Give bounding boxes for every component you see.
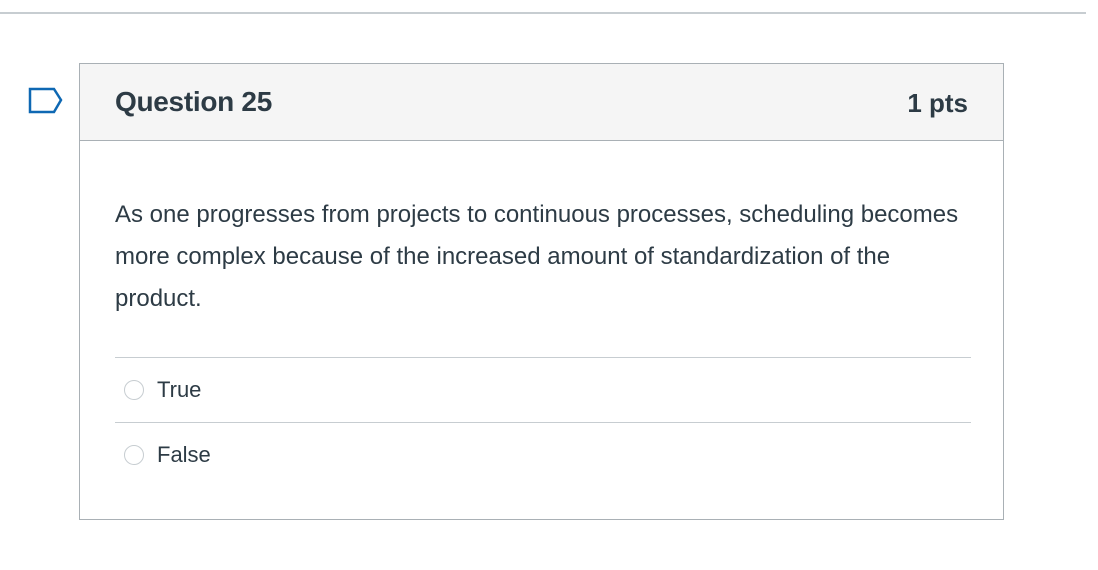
question-title: Question 25 xyxy=(115,86,272,117)
radio-button-false[interactable] xyxy=(124,445,144,465)
question-header: Question 25 1 pts xyxy=(80,64,1003,141)
flag-question-icon[interactable] xyxy=(28,87,64,115)
answer-label-false: False xyxy=(157,442,211,467)
question-card: Question 25 1 pts As one progresses from… xyxy=(79,63,1004,520)
question-text: As one progresses from projects to conti… xyxy=(115,201,959,312)
radio-button-true[interactable] xyxy=(124,380,144,400)
answer-label-true: True xyxy=(157,377,202,402)
answer-option-true[interactable]: True xyxy=(115,357,971,422)
quiz-page: Question 25 1 pts As one progresses from… xyxy=(0,0,1098,570)
top-divider xyxy=(0,12,1086,14)
answer-option-false[interactable]: False xyxy=(115,422,971,487)
answer-list: True False xyxy=(115,357,971,487)
question-points: 1 pts xyxy=(907,88,968,118)
